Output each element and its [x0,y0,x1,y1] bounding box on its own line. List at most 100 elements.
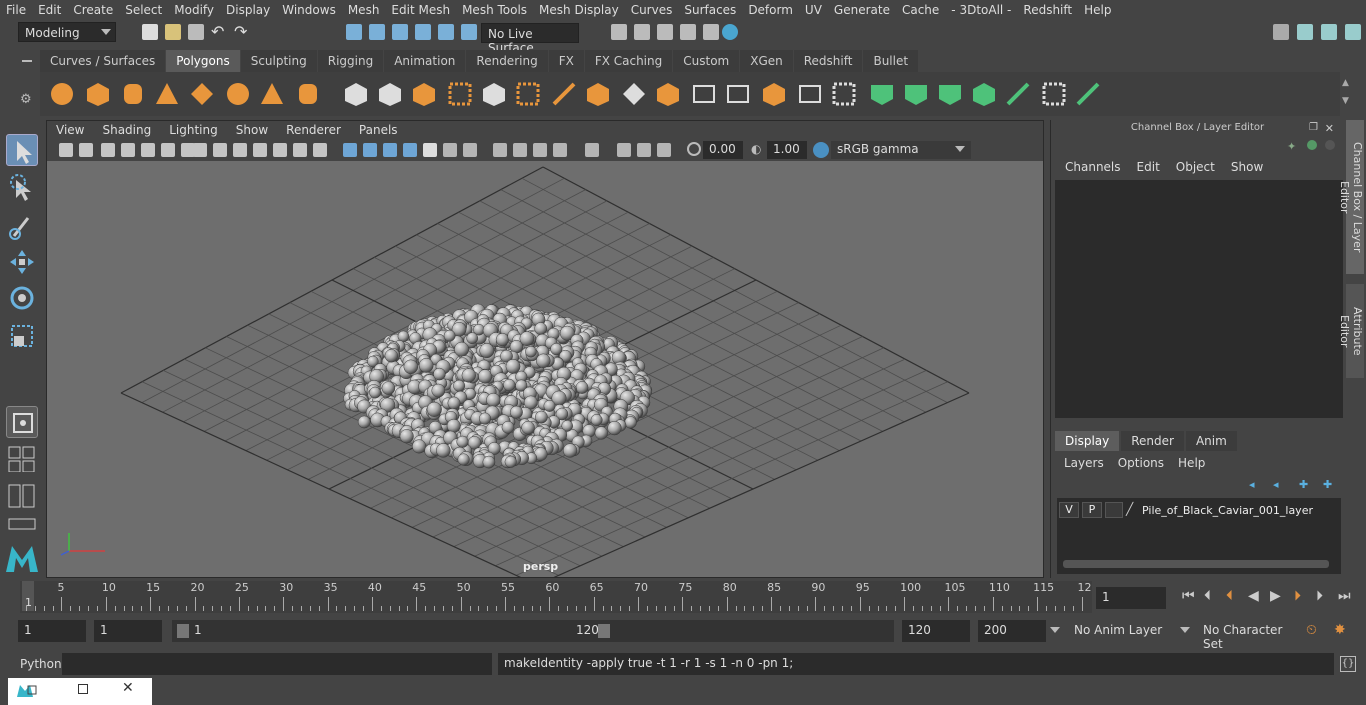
layer-visibility-toggle[interactable]: V [1059,502,1079,518]
shelf-tab-polygons[interactable]: Polygons [166,50,240,72]
layer-tab-anim[interactable]: Anim [1185,431,1237,451]
range-slider-start-handle[interactable] [177,624,189,638]
step-forward-key-icon[interactable]: ⏵ [1294,588,1301,604]
lasso-tool-icon[interactable] [6,172,38,204]
menu-cache[interactable]: Cache [896,3,945,17]
merge-icon[interactable] [796,80,824,108]
bevel-icon[interactable] [690,80,718,108]
isolate-select-icon[interactable] [585,143,599,157]
panel-layout-icon[interactable] [1297,24,1313,40]
channel-box-menu-object[interactable]: Object [1168,160,1223,174]
smooth-shade-icon[interactable] [363,143,377,157]
menu-edit-mesh[interactable]: Edit Mesh [385,3,456,17]
menu-3dtoall[interactable]: - 3DtoAll - [945,3,1017,17]
poly-pyramid-icon[interactable] [258,80,286,108]
shelf-tab-curves-surfaces[interactable]: Curves / Surfaces [40,50,166,72]
render-settings-icon[interactable] [680,24,696,40]
pivot-icon[interactable] [161,143,175,157]
camera-attr-icon[interactable] [79,143,93,157]
shelf-tab-redshift[interactable]: Redshift [793,50,863,72]
exposure-field[interactable]: 0.00 [703,141,743,159]
go-to-start-icon[interactable]: ⏮ [1182,588,1195,604]
resolution-gate-icon[interactable] [233,143,247,157]
new-layer-icon[interactable]: ✚ [1299,478,1308,491]
menu-windows[interactable]: Windows [276,3,342,17]
multi-cut-icon[interactable] [550,80,578,108]
script-language-label[interactable]: Python [20,657,62,671]
animation-prefs-icon[interactable]: ✸ [1334,622,1352,640]
menu-surfaces[interactable]: Surfaces [678,3,742,17]
anim-layer-dropdown[interactable]: No Anim Layer [1068,620,1172,642]
shelf-tab-custom[interactable]: Custom [673,50,740,72]
new-scene-icon[interactable] [142,24,158,40]
shelf-scroll-down-icon[interactable]: ▼ [1342,96,1352,106]
shelf-tab-rigging[interactable]: Rigging [317,50,384,72]
extrude-icon[interactable] [654,80,682,108]
character-set-dropdown[interactable]: No Character Set [1197,620,1299,651]
shelf-tab-sculpting[interactable]: Sculpting [240,50,317,72]
gear-icon[interactable]: ⚙ [20,92,34,107]
layer-menu-options[interactable]: Options [1111,456,1171,470]
playback-start-field[interactable]: 1 [94,620,162,642]
poly-cylinder-icon[interactable] [119,80,147,108]
channel-box-icon[interactable] [1345,24,1361,40]
layer-name[interactable]: Pile_of_Black_Caviar_001_layer [1142,504,1313,517]
ambient-occlusion-icon[interactable] [493,143,507,157]
chevron-down-icon[interactable] [1050,627,1060,633]
redo-icon[interactable]: ↷ [234,24,250,40]
new-layer-selected-icon[interactable]: ✚ [1323,478,1332,491]
menu-create[interactable]: Create [67,3,119,17]
ipr-render-icon[interactable] [657,24,673,40]
layout-outliner-icon[interactable] [8,518,36,530]
fill-hole-icon[interactable] [760,80,788,108]
shelf-scroll-up-icon[interactable]: ▲ [1342,78,1352,88]
channel-box-menu-edit[interactable]: Edit [1129,160,1168,174]
command-input[interactable] [62,653,492,675]
snap-vertex-icon[interactable] [461,24,477,40]
shelf-tab-fx-caching[interactable]: FX Caching [584,50,673,72]
layer-playback-toggle[interactable]: P [1082,502,1102,518]
maya-window-icon[interactable] [16,684,38,698]
render-frame-icon[interactable] [611,24,627,40]
workspace-dropdown[interactable]: Modeling [18,22,116,42]
safe-action-icon[interactable] [293,143,307,157]
backface-icon[interactable] [657,143,671,157]
menu-file[interactable]: File [0,3,32,17]
menu-select[interactable]: Select [119,3,168,17]
viewport-menu-panels[interactable]: Panels [350,123,407,137]
menu-uv[interactable]: UV [799,3,828,17]
exposure-icon[interactable] [687,142,701,156]
gate-mask-icon[interactable] [253,143,267,157]
axis-icon[interactable]: ✦ [1287,140,1299,153]
uv-editor-icon[interactable] [1004,80,1032,108]
auto-uv-icon[interactable] [970,80,998,108]
film-gate-icon[interactable] [213,143,227,157]
select-tool-icon[interactable] [6,134,38,166]
bridge-icon[interactable] [620,80,648,108]
snap-surface-icon[interactable] [438,24,454,40]
layer-menu-layers[interactable]: Layers [1057,456,1111,470]
target-weld-icon[interactable] [584,80,612,108]
separate-icon[interactable] [376,80,404,108]
channel-box-area[interactable] [1055,180,1343,418]
bookmark-icon[interactable] [101,143,115,157]
boolean-icon[interactable] [514,80,542,108]
tab-channel-box-layer-editor[interactable]: Channel Box / Layer Editor [1338,120,1364,274]
menu-redshift[interactable]: Redshift [1017,3,1078,17]
shelf-tab-animation[interactable]: Animation [384,50,466,72]
float-window-icon[interactable]: ❐ [1309,122,1318,133]
start-frame-field[interactable]: 1 [18,620,86,642]
menu-generate[interactable]: Generate [828,3,896,17]
range-slider[interactable]: 1 120 [172,620,894,642]
perspective-scene[interactable] [47,161,1044,578]
poly-plane-icon[interactable] [188,80,216,108]
shadows-icon[interactable] [463,143,477,157]
render-view-icon[interactable] [634,24,650,40]
menu-modify[interactable]: Modify [168,3,220,17]
open-scene-icon[interactable] [165,24,181,40]
snap-point-icon[interactable] [392,24,408,40]
snap-curve-icon[interactable] [369,24,385,40]
chevron-down-icon[interactable] [1180,627,1190,633]
textured-icon[interactable] [403,143,417,157]
snap-grid-icon[interactable] [346,24,362,40]
